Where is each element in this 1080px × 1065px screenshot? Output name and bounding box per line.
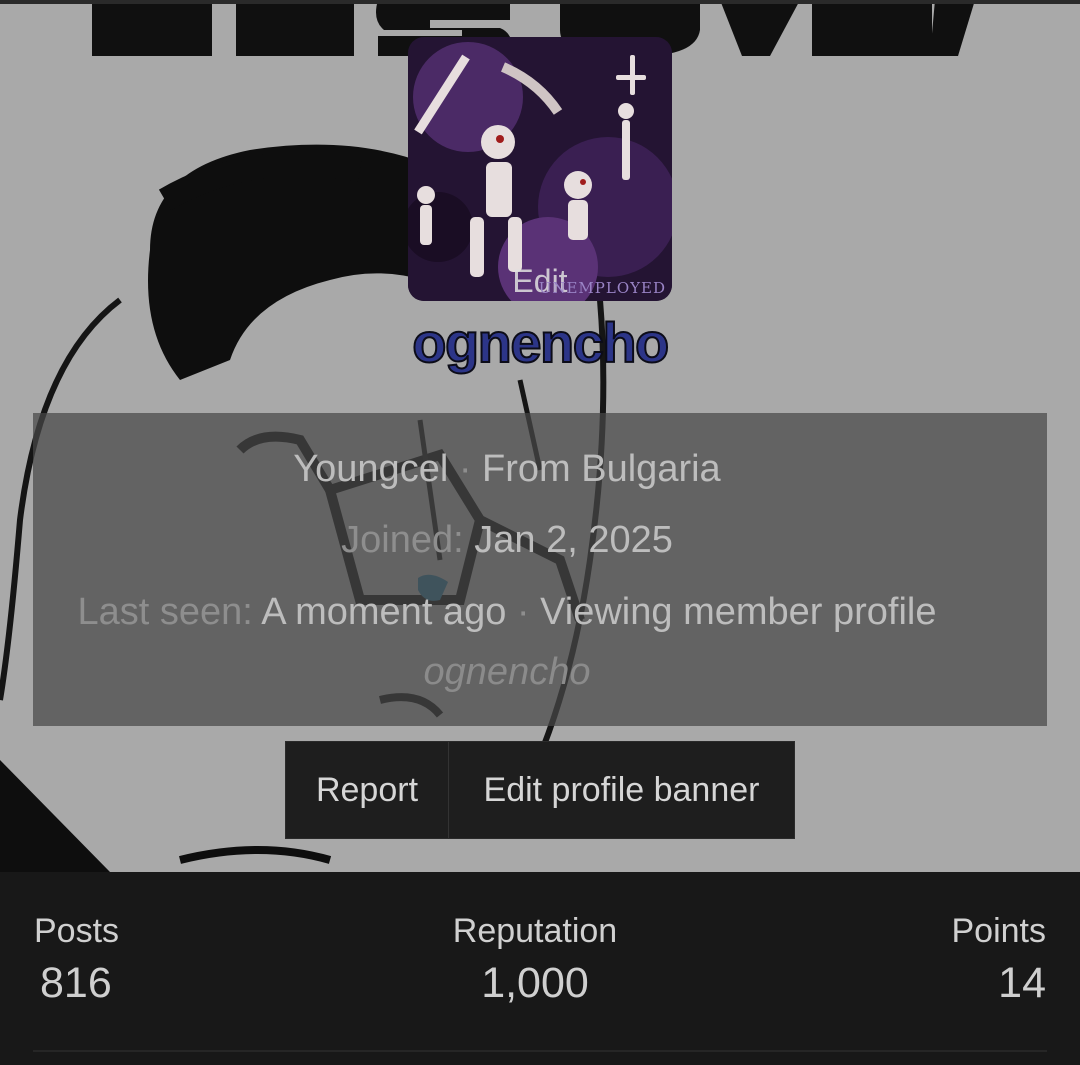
- member-title: Youngcel: [293, 448, 449, 490]
- last-seen-label: Last seen:: [77, 591, 253, 633]
- avatar-image: [408, 37, 672, 301]
- stat-points-label: Points: [951, 912, 1047, 950]
- stat-reputation-label: Reputation: [452, 912, 618, 950]
- stat-posts[interactable]: Posts 816: [34, 912, 119, 1008]
- activity-target-link[interactable]: ognencho: [0, 651, 1014, 694]
- profile-actions: Report Edit profile banner: [285, 741, 795, 839]
- avatar-tag-text: UNEMPLOYED: [538, 279, 666, 297]
- joined-date: Jan 2, 2025: [474, 519, 673, 561]
- stat-posts-label: Posts: [34, 912, 120, 950]
- stat-reputation[interactable]: Reputation 1,000: [380, 912, 690, 1008]
- stat-posts-value: 816: [40, 959, 112, 1007]
- username: ognencho: [411, 310, 670, 375]
- activity-text: Viewing member profile: [540, 591, 937, 633]
- banner-top-border: [0, 0, 1080, 4]
- member-location: From Bulgaria: [482, 448, 721, 490]
- separator: ·: [506, 591, 541, 633]
- last-seen-value: A moment ago: [261, 591, 507, 633]
- member-profile-page: Edit UNEMPLOYED ognencho Youngcel · From…: [0, 0, 1080, 1065]
- joined-label: Joined:: [341, 519, 464, 561]
- profile-stats: Posts 816 Reputation 1,000 Points 14: [0, 872, 1080, 1065]
- avatar[interactable]: Edit UNEMPLOYED: [408, 37, 672, 301]
- stat-reputation-value: 1,000: [481, 959, 589, 1007]
- last-seen-line: Last seen: A moment ago · Viewing member…: [0, 591, 1014, 634]
- stat-points[interactable]: Points 14: [952, 912, 1047, 1008]
- stats-divider: [33, 1050, 1047, 1052]
- stat-points-value: 14: [998, 959, 1046, 1007]
- edit-profile-banner-button[interactable]: Edit profile banner: [449, 742, 794, 838]
- joined-line: Joined: Jan 2, 2025: [0, 519, 1014, 562]
- member-title-line: Youngcel · From Bulgaria: [0, 448, 1014, 491]
- report-button[interactable]: Report: [286, 742, 449, 838]
- separator: ·: [448, 448, 483, 490]
